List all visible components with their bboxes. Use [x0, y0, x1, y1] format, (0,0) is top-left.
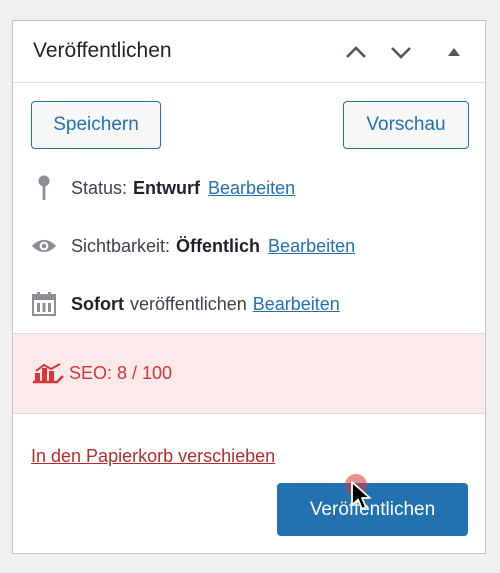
- status-value: Entwurf: [133, 177, 201, 198]
- seo-score-text: SEO: 8 / 100: [69, 362, 173, 383]
- edit-visibility-link[interactable]: Bearbeiten: [268, 236, 355, 257]
- status-row: Status: Entwurf Bearbeiten: [31, 175, 295, 201]
- publish-button[interactable]: Veröffentlichen: [277, 483, 468, 536]
- status-label: Status:: [71, 177, 128, 198]
- edit-schedule-link[interactable]: Bearbeiten: [253, 294, 340, 315]
- triangle-up-icon[interactable]: [441, 40, 467, 64]
- visibility-value: Öffentlich: [176, 235, 261, 256]
- chevron-up-icon[interactable]: [343, 40, 369, 64]
- visibility-label: Sichtbarkeit:: [71, 235, 171, 256]
- schedule-value: Sofort: [71, 293, 124, 314]
- schedule-label: veröffentlichen: [130, 293, 247, 314]
- mouse-cursor-icon: [350, 480, 372, 517]
- move-to-trash-link[interactable]: In den Papierkorb verschieben: [31, 446, 275, 467]
- publish-panel: Veröffentlichen Speichern Vorschau Statu…: [12, 20, 486, 554]
- calendar-icon: [31, 291, 57, 317]
- seo-chart-icon: [31, 362, 65, 384]
- preview-button[interactable]: Vorschau: [343, 101, 469, 149]
- eye-icon: [31, 233, 57, 259]
- edit-status-link[interactable]: Bearbeiten: [208, 178, 295, 199]
- pin-icon: [31, 175, 57, 201]
- seo-score-box: SEO: 8 / 100: [13, 333, 485, 414]
- visibility-row: Sichtbarkeit: Öffentlich Bearbeiten: [31, 233, 355, 259]
- panel-header: Veröffentlichen: [13, 21, 485, 83]
- save-draft-button[interactable]: Speichern: [31, 101, 161, 149]
- chevron-down-icon[interactable]: [388, 40, 414, 64]
- panel-title: Veröffentlichen: [33, 39, 172, 62]
- seo-score: SEO: 8 / 100: [31, 362, 172, 384]
- schedule-row: Sofort veröffentlichen Bearbeiten: [31, 291, 340, 317]
